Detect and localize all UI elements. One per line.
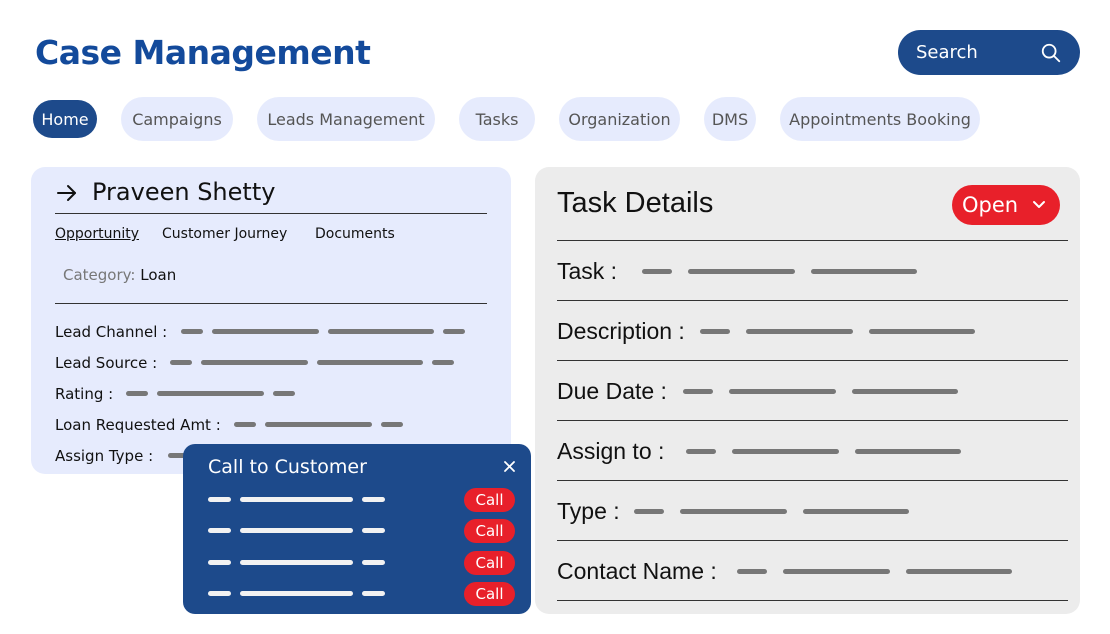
placeholder-dash (362, 560, 385, 565)
placeholder-dash (208, 560, 231, 565)
category-row: Category: Loan (63, 266, 176, 284)
placeholder-dash (240, 560, 353, 565)
placeholder-dash (803, 509, 909, 514)
divider (557, 480, 1068, 481)
placeholder-dash (265, 422, 372, 427)
placeholder-dash (234, 422, 256, 427)
task-field-type: Type : (557, 498, 620, 524)
placeholder-dash (732, 449, 839, 454)
tab-organization[interactable]: Organization (559, 97, 680, 141)
call-button[interactable]: Call (464, 551, 515, 575)
placeholder-dash (869, 329, 975, 334)
tab-campaigns[interactable]: Campaigns (121, 97, 233, 141)
divider (557, 420, 1068, 421)
task-field-due-date: Due Date : (557, 378, 667, 404)
task-field-task: Task : (557, 258, 618, 284)
subtab-opportunity[interactable]: Opportunity (55, 226, 139, 242)
task-field-description: Description : (557, 318, 685, 344)
arrow-right-icon[interactable] (56, 183, 78, 203)
divider (55, 303, 487, 304)
popup-title: Call to Customer (208, 456, 367, 478)
close-icon[interactable] (503, 460, 516, 473)
placeholder-dash (432, 360, 454, 365)
divider (557, 600, 1068, 601)
status-dropdown[interactable]: Open (952, 185, 1060, 225)
tab-leads-management[interactable]: Leads Management (257, 97, 435, 141)
placeholder-dash (783, 569, 890, 574)
placeholder-dash (634, 509, 664, 514)
divider (55, 213, 487, 214)
placeholder-dash (208, 591, 231, 596)
search-button[interactable]: Search (898, 30, 1080, 75)
field-loan-requested-amt: Loan Requested Amt : (55, 416, 221, 434)
placeholder-dash (317, 360, 423, 365)
placeholder-dash (212, 329, 319, 334)
placeholder-dash (700, 329, 730, 334)
status-value: Open (962, 193, 1019, 217)
placeholder-dash (328, 329, 434, 334)
placeholder-dash (746, 329, 853, 334)
placeholder-dash (240, 497, 353, 502)
tab-home[interactable]: Home (33, 100, 97, 138)
field-lead-source: Lead Source : (55, 354, 158, 372)
search-label: Search (916, 42, 978, 63)
call-button[interactable]: Call (464, 582, 515, 606)
call-button[interactable]: Call (464, 488, 515, 512)
field-rating: Rating : (55, 385, 114, 403)
category-label: Category: (63, 266, 136, 284)
divider (557, 540, 1068, 541)
placeholder-dash (126, 391, 148, 396)
task-field-assign-to: Assign to : (557, 438, 665, 464)
page-title: Case Management (35, 33, 371, 72)
placeholder-dash (737, 569, 767, 574)
placeholder-dash (240, 591, 353, 596)
placeholder-dash (181, 329, 203, 334)
placeholder-dash (855, 449, 961, 454)
tab-dms[interactable]: DMS (704, 97, 756, 141)
placeholder-dash (362, 497, 385, 502)
placeholder-dash (362, 528, 385, 533)
placeholder-dash (240, 528, 353, 533)
task-field-contact-name: Contact Name : (557, 558, 717, 584)
tab-tasks[interactable]: Tasks (459, 97, 535, 141)
placeholder-dash (683, 389, 713, 394)
field-assign-type: Assign Type : (55, 447, 154, 465)
placeholder-dash (642, 269, 672, 274)
divider (557, 240, 1068, 241)
placeholder-dash (906, 569, 1012, 574)
placeholder-dash (688, 269, 795, 274)
field-lead-channel: Lead Channel : (55, 323, 168, 341)
subtab-documents[interactable]: Documents (315, 226, 395, 242)
placeholder-dash (201, 360, 308, 365)
subtab-customer-journey[interactable]: Customer Journey (162, 226, 287, 242)
customer-name: Praveen Shetty (92, 178, 276, 206)
placeholder-dash (729, 389, 836, 394)
category-value: Loan (140, 266, 177, 284)
placeholder-dash (811, 269, 917, 274)
placeholder-dash (208, 528, 231, 533)
placeholder-dash (381, 422, 403, 427)
tab-appointments-booking[interactable]: Appointments Booking (780, 97, 980, 141)
divider (557, 300, 1068, 301)
divider (557, 360, 1068, 361)
placeholder-dash (362, 591, 385, 596)
placeholder-dash (157, 391, 264, 396)
chevron-down-icon (1033, 201, 1045, 208)
placeholder-dash (680, 509, 787, 514)
search-icon (1041, 43, 1061, 63)
placeholder-dash (443, 329, 465, 334)
placeholder-dash (208, 497, 231, 502)
placeholder-dash (273, 391, 295, 396)
placeholder-dash (686, 449, 716, 454)
call-button[interactable]: Call (464, 519, 515, 543)
placeholder-dash (852, 389, 958, 394)
task-details-title: Task Details (557, 187, 714, 219)
placeholder-dash (170, 360, 192, 365)
